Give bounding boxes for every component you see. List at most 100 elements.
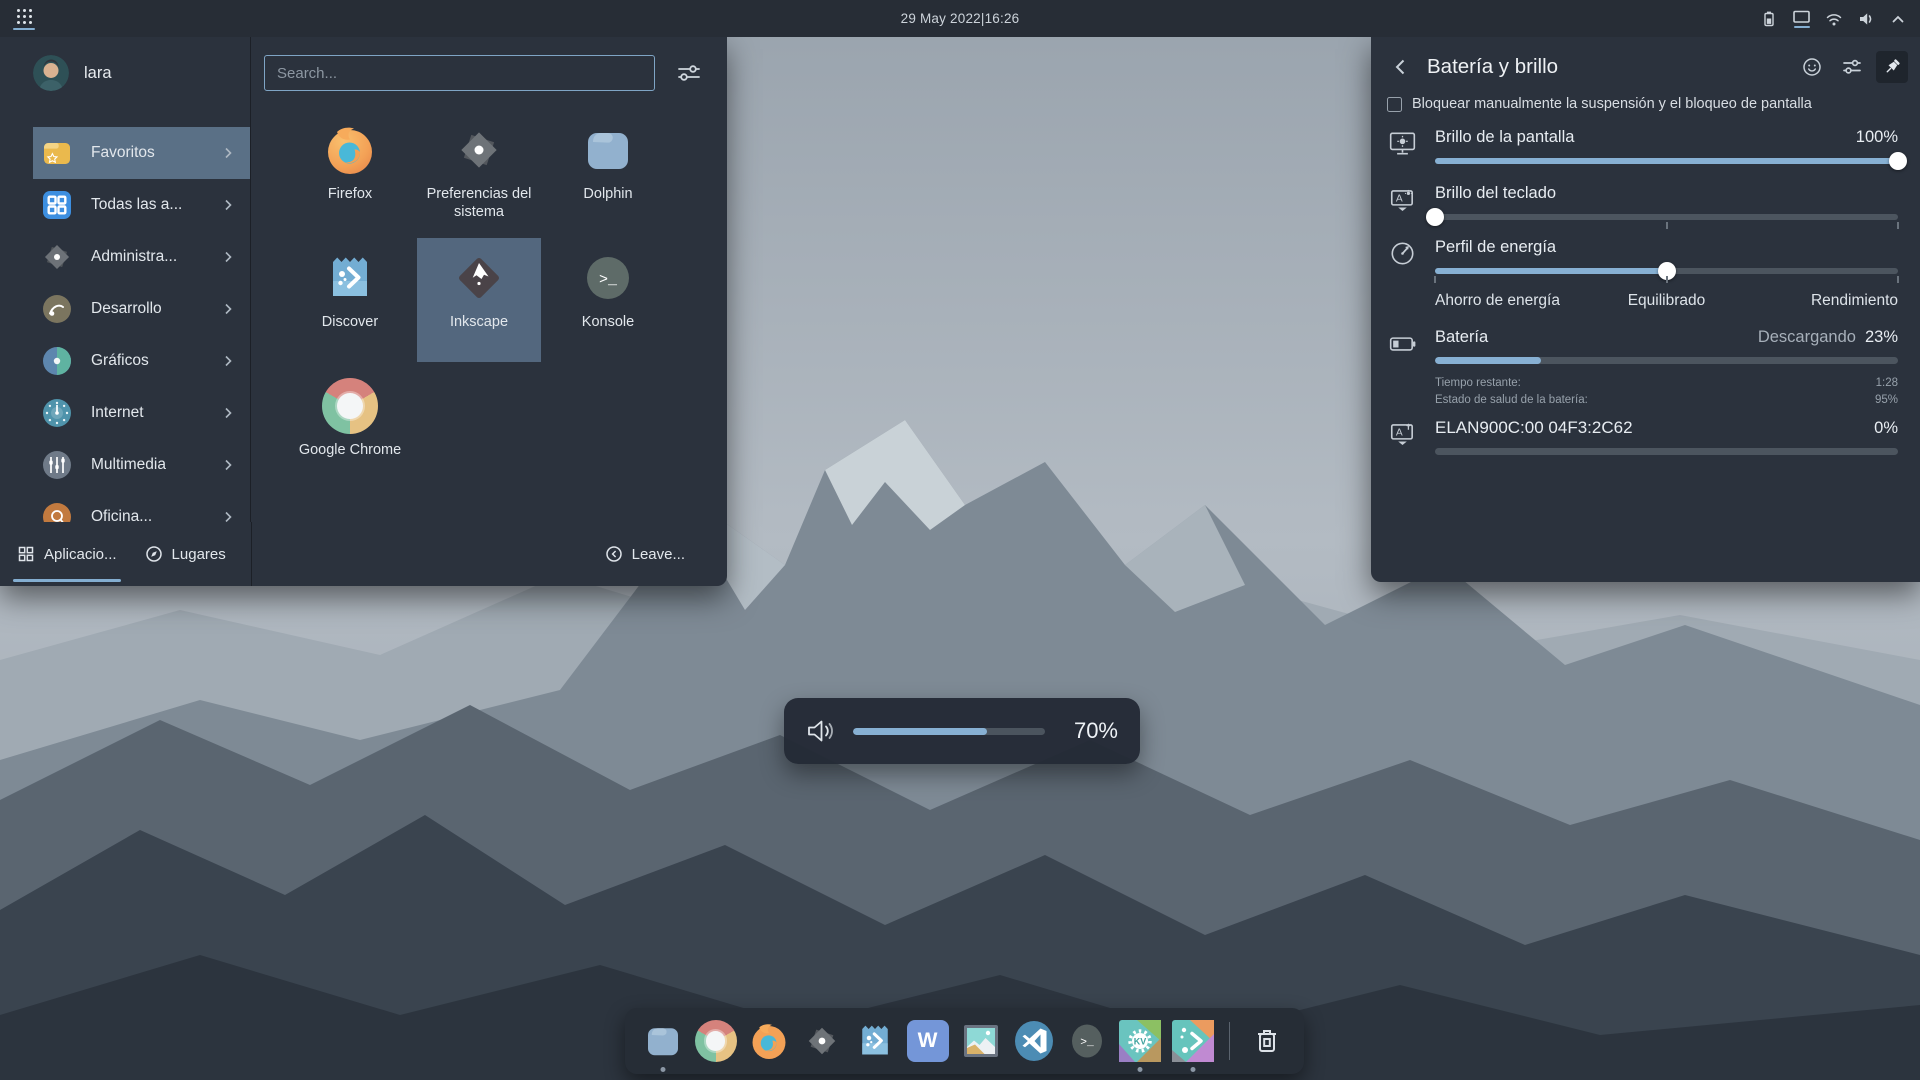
- dock-item-dolphin[interactable]: [641, 1020, 684, 1063]
- device-backlight-row: A ELAN900C:00 04F3:2C62 0%: [1371, 418, 1920, 455]
- konsole-icon: >_: [1066, 1020, 1108, 1062]
- dock-separator: [1229, 1022, 1230, 1060]
- colorful-app-icon: [1172, 1020, 1214, 1062]
- sidebar-item-todas-las-aplicaciones[interactable]: Todas las a...: [33, 179, 250, 231]
- running-indicator: [1190, 1067, 1195, 1072]
- status-face-button[interactable]: [1796, 51, 1828, 83]
- dock: W >_ KV: [625, 1008, 1304, 1074]
- sidebar-item-multimedia[interactable]: Multimedia: [33, 439, 250, 491]
- running-indicator: [1137, 1067, 1142, 1072]
- app-grid: Firefox Preferencias del sistema Dolphin: [288, 110, 670, 490]
- keyboard-brightness-slider[interactable]: [1435, 208, 1898, 226]
- dock-item-w-app[interactable]: W: [906, 1020, 949, 1063]
- sidebar-item-desarrollo[interactable]: Desarrollo: [33, 283, 250, 335]
- leave-button[interactable]: Leave...: [605, 545, 685, 563]
- slider-handle[interactable]: [1658, 262, 1676, 280]
- chevron-left-icon: [1390, 56, 1412, 78]
- tab-applications[interactable]: Aplicacio...: [17, 522, 117, 586]
- dolphin-icon: [642, 1020, 684, 1062]
- app-item-google-chrome[interactable]: Google Chrome: [288, 366, 412, 490]
- user-row[interactable]: lara: [0, 37, 250, 109]
- application-launcher-button[interactable]: [0, 0, 48, 37]
- tab-places[interactable]: Lugares: [145, 522, 226, 586]
- pin-icon: [1881, 56, 1903, 78]
- sidebar-item-graficos[interactable]: Gráficos: [33, 335, 250, 387]
- app-label: Dolphin: [583, 185, 632, 203]
- app-grid-icon: [16, 8, 33, 25]
- display-tray-icon[interactable]: [1792, 9, 1811, 28]
- battery-tray-icon[interactable]: [1760, 10, 1778, 28]
- volume-tray-icon[interactable]: [1857, 10, 1876, 28]
- google-chrome-icon: [322, 378, 378, 434]
- screen-brightness-slider[interactable]: [1435, 152, 1898, 170]
- app-item-discover[interactable]: Discover: [288, 238, 412, 362]
- app-item-firefox[interactable]: Firefox: [288, 110, 412, 234]
- dock-item-konsole[interactable]: >_: [1065, 1020, 1108, 1063]
- sidebar-item-favoritos[interactable]: Favoritos: [33, 127, 250, 179]
- sidebar-item-label: Favoritos: [91, 144, 155, 162]
- wifi-tray-icon[interactable]: [1825, 10, 1843, 28]
- battery-percent: 23%: [1865, 328, 1898, 346]
- slider-fill: [1435, 268, 1667, 274]
- app-item-inkscape[interactable]: Inkscape: [417, 238, 541, 362]
- manual-block-checkbox[interactable]: [1387, 97, 1402, 112]
- sidebar-item-oficina[interactable]: Oficina...: [33, 491, 250, 522]
- dock-item-kvantum[interactable]: KV: [1118, 1020, 1161, 1063]
- power-profile-gauge-icon: [1384, 238, 1420, 312]
- development-icon: [40, 292, 74, 326]
- discover-icon: [322, 250, 378, 306]
- sidebar-item-label: Gráficos: [91, 352, 149, 370]
- google-chrome-icon: [695, 1020, 737, 1062]
- dock-item-firefox[interactable]: [747, 1020, 790, 1063]
- device-slider[interactable]: [1435, 448, 1898, 455]
- profile-option-balanced[interactable]: Equilibrado: [1628, 292, 1706, 310]
- app-label: Preferencias del sistema: [417, 185, 541, 221]
- discover-icon: [854, 1020, 896, 1062]
- firefox-icon: [748, 1020, 790, 1062]
- screen-brightness-icon: [1384, 128, 1420, 170]
- battery-time-row: Tiempo restante: 1:28: [1435, 377, 1898, 389]
- configure-button[interactable]: [1836, 51, 1868, 83]
- tab-label: Aplicacio...: [44, 546, 117, 563]
- power-profile-slider[interactable]: [1435, 262, 1898, 280]
- volume-osd-value: 70%: [1062, 718, 1118, 744]
- battery-progress-bar: [1435, 357, 1898, 364]
- app-item-dolphin[interactable]: Dolphin: [546, 110, 670, 234]
- dock-item-app-colorful[interactable]: [1171, 1020, 1214, 1063]
- pin-button[interactable]: [1876, 51, 1908, 83]
- sidebar-item-administracion[interactable]: Administra...: [33, 231, 250, 283]
- svg-text:A: A: [1395, 428, 1402, 439]
- sidebar-item-label: Todas las a...: [91, 196, 182, 214]
- profile-option-powersave[interactable]: Ahorro de energía: [1435, 292, 1560, 310]
- back-button[interactable]: [1387, 53, 1415, 81]
- sidebar-item-label: Desarrollo: [91, 300, 162, 318]
- sidebar-item-label: Multimedia: [91, 456, 166, 474]
- slider-handle[interactable]: [1889, 152, 1907, 170]
- dock-item-google-chrome[interactable]: [694, 1020, 737, 1063]
- app-item-preferencias-del-sistema[interactable]: Preferencias del sistema: [417, 110, 541, 234]
- profile-option-performance[interactable]: Rendimiento: [1811, 292, 1898, 310]
- battery-icon: [1384, 328, 1420, 406]
- battery-health-value: 95%: [1875, 394, 1898, 406]
- app-item-konsole[interactable]: >_ Konsole: [546, 238, 670, 362]
- search-filter-icon[interactable]: [676, 61, 702, 85]
- w-app-icon: W: [907, 1020, 949, 1062]
- vscode-icon: [1013, 1020, 1055, 1062]
- top-panel: 29 May 2022|16:26: [0, 0, 1920, 37]
- digital-clock[interactable]: 29 May 2022|16:26: [901, 11, 1020, 26]
- graphics-icon: [40, 344, 74, 378]
- dock-item-vscode[interactable]: [1012, 1020, 1055, 1063]
- system-settings-icon: [451, 122, 507, 178]
- sidebar-item-label: Internet: [91, 404, 144, 422]
- sidebar-item-internet[interactable]: Internet: [33, 387, 250, 439]
- slider-handle[interactable]: [1426, 208, 1444, 226]
- firefox-icon: [322, 122, 378, 178]
- dock-item-system-settings[interactable]: [800, 1020, 843, 1063]
- svg-text:KV: KV: [1133, 1037, 1146, 1047]
- dock-item-image-viewer[interactable]: [959, 1020, 1002, 1063]
- trash-icon: [1250, 1024, 1284, 1058]
- dock-item-discover[interactable]: [853, 1020, 896, 1063]
- search-input[interactable]: [264, 55, 655, 91]
- expand-tray-chevron-up-icon[interactable]: [1890, 12, 1906, 26]
- dock-item-trash[interactable]: [1245, 1020, 1288, 1063]
